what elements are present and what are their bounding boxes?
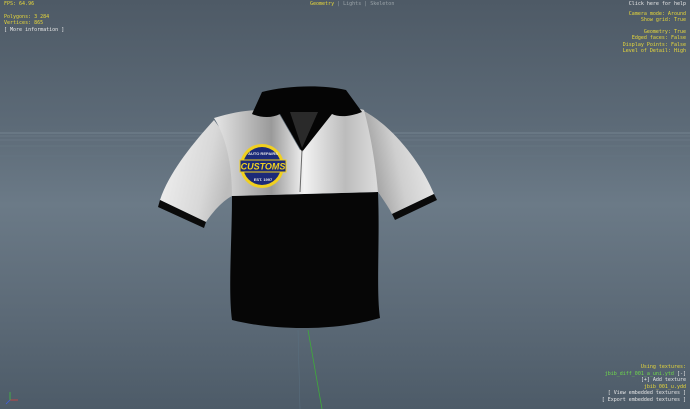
level-of-detail-readout: Level of Detail: High [622, 48, 686, 54]
tab-separator: | [337, 1, 341, 7]
axis-gizmo [5, 392, 18, 405]
view-embedded-textures-button[interactable]: [ View embedded textures ] [602, 390, 686, 397]
view-tabs: Geometry | Lights | Skeleton [310, 1, 394, 8]
help-link[interactable]: Click here for help [623, 1, 686, 8]
tab-geometry[interactable]: Geometry [310, 1, 334, 7]
y-axis-line [307, 329, 323, 409]
shirt-body [230, 192, 380, 329]
x-axis-line [297, 329, 301, 409]
edged-faces-readout: Edged faces: False [631, 35, 686, 41]
textures-panel: Using textures: jbib_diff_001_a_uni.ytd … [602, 364, 686, 403]
tab-separator: | [364, 1, 368, 7]
more-information-link[interactable]: [ More information ] [4, 27, 64, 34]
view-settings-panel: Click here for help Camera mode: Around … [623, 1, 686, 55]
tab-skeleton[interactable]: Skeleton [370, 1, 394, 7]
badge-est-text: EST. 1997 [254, 177, 273, 182]
remove-ytd-button[interactable]: [-] [677, 371, 686, 377]
model-scene: CUSTOMS AUTO REPAIRS EST. 1997 [0, 86, 690, 409]
badge-top-text: AUTO REPAIRS [248, 151, 278, 156]
stats-panel: FPS: 64.96 Polygons: 3 284 Vertices: 865… [4, 1, 64, 33]
3d-viewport[interactable]: CUSTOMS AUTO REPAIRS EST. 1997 [0, 0, 690, 409]
tab-lights[interactable]: Lights [343, 1, 361, 7]
badge-brand-text: CUSTOMS [241, 162, 286, 172]
export-embedded-textures-button[interactable]: [ Export embedded textures ] [602, 397, 686, 404]
ytd-file-name: jbib_diff_001_a_uni.ytd [604, 370, 674, 377]
